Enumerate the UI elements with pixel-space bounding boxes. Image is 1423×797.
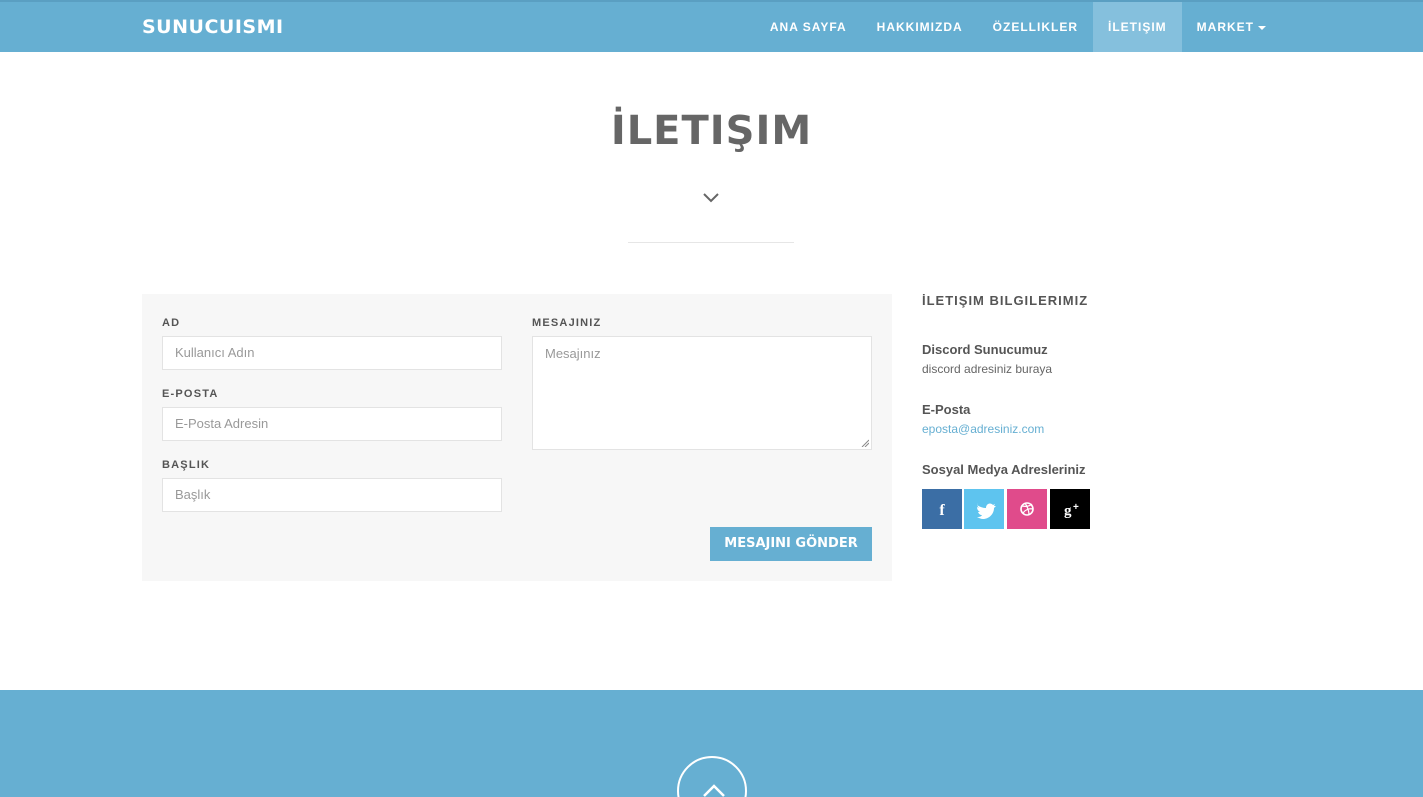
email-input[interactable]: E-Posta Adresin (162, 407, 502, 441)
message-placeholder: Mesajınız (545, 346, 601, 361)
send-message-button[interactable]: MESAJINI GÖNDER (710, 527, 872, 561)
caret-down-icon (1258, 25, 1266, 30)
discord-heading: Discord Sunucumuz (922, 342, 1048, 357)
nav-item-market-label: MARKET (1196, 20, 1254, 34)
contact-info-title: İLETIŞIM BILGILERIMIZ (922, 293, 1089, 308)
chevron-down-icon (703, 193, 719, 203)
nav-item-iletisim[interactable]: İLETIŞIM (1093, 2, 1182, 52)
section-divider (628, 242, 794, 243)
message-textarea[interactable]: Mesajınız (532, 336, 872, 450)
chevron-up-icon (703, 784, 725, 797)
social-heading: Sosyal Medya Adresleriniz (922, 462, 1086, 477)
dribbble-icon[interactable] (1007, 489, 1047, 529)
subject-label: BAŞLIK (162, 459, 211, 471)
svg-text:+: + (1073, 502, 1079, 513)
email-label: E-POSTA (162, 388, 219, 400)
footer (0, 690, 1423, 797)
nav-item-ozellikler[interactable]: ÖZELLIKLER (978, 2, 1093, 52)
top-navbar: SUNUCUISMI ANA SAYFA HAKKIMIZDA ÖZELLIKL… (0, 0, 1423, 52)
brand-logo[interactable]: SUNUCUISMI (142, 16, 284, 38)
scroll-to-top-button[interactable] (677, 756, 747, 797)
nav-links: ANA SAYFA HAKKIMIZDA ÖZELLIKLER İLETIŞIM… (755, 2, 1281, 52)
email-link[interactable]: eposta@adresiniz.com (922, 422, 1044, 436)
discord-text: discord adresiniz buraya (922, 362, 1053, 376)
svg-text:g: g (1064, 503, 1072, 519)
contact-form: AD Kullanıcı Adın E-POSTA E-Posta Adresi… (142, 294, 892, 581)
message-label: MESAJINIZ (532, 317, 602, 329)
svg-text:f: f (939, 502, 945, 519)
subject-input[interactable]: Başlık (162, 478, 502, 512)
nav-item-ana-sayfa[interactable]: ANA SAYFA (755, 2, 862, 52)
nav-item-market[interactable]: MARKET (1182, 2, 1281, 52)
name-input[interactable]: Kullanıcı Adın (162, 336, 502, 370)
facebook-icon[interactable]: f (922, 489, 962, 529)
page-title: İLETIŞIM (610, 108, 813, 154)
resize-handle-icon[interactable] (861, 439, 869, 447)
nav-item-hakkimizda[interactable]: HAKKIMIZDA (862, 2, 978, 52)
name-label: AD (162, 317, 181, 329)
google-plus-icon[interactable]: g + (1050, 489, 1090, 529)
email-heading: E-Posta (922, 402, 971, 417)
twitter-icon[interactable] (964, 489, 1004, 529)
